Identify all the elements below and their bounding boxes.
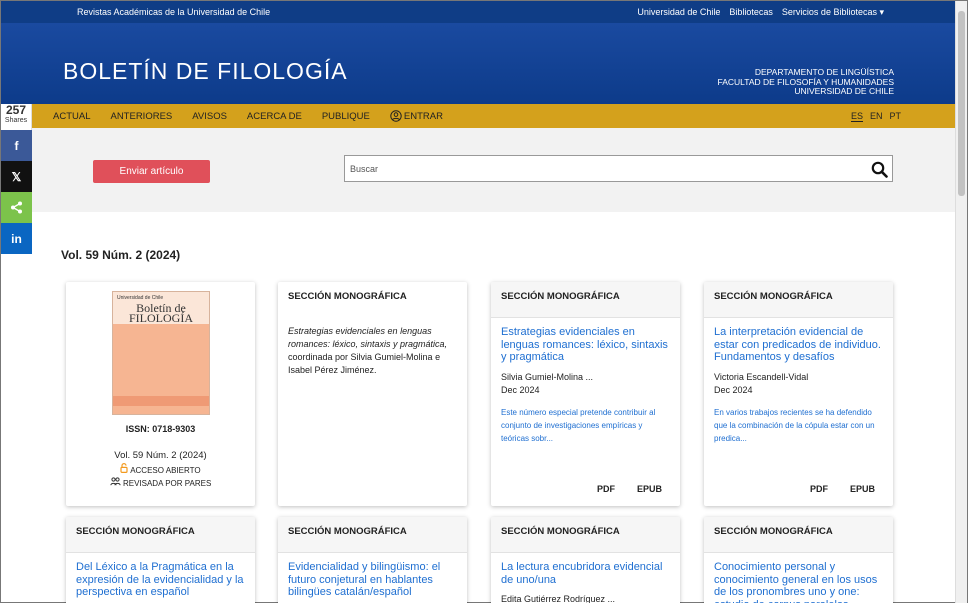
x-icon: 𝕏 [11,169,22,184]
article-card: SECCIÓN MONOGRÁFICA La interpretación ev… [704,282,893,506]
issue-cover-image[interactable]: Universidad de Chile Boletín de FILOLOGÍ… [112,291,210,415]
intro-card: SECCIÓN MONOGRÁFICA Estrategias evidenci… [278,282,467,506]
article-abstract[interactable]: En varios trabajos recientes se ha defen… [704,395,893,445]
article-title-link[interactable]: Estrategias evidenciales en lenguas roma… [491,318,680,364]
lang-en[interactable]: EN [870,111,883,122]
article-abstract[interactable]: Este número especial pretende contribuir… [491,395,680,445]
x-share-button[interactable]: 𝕏 [1,161,32,192]
share-icon [11,201,22,214]
intro-rest: coordinada por Silvia Gumiel-Molina e Is… [288,352,441,375]
intro-text: Estrategias evidenciales en lenguas roma… [278,311,467,377]
volume-heading: Vol. 59 Núm. 2 (2024) [61,248,181,262]
peer-review-badge: REVISADA POR PARES [66,477,255,488]
user-icon [390,110,402,122]
issue-card: Universidad de Chile Boletín de FILOLOGÍ… [66,282,255,506]
main-nav: ACTUAL ANTERIORES AVISOS ACERCA DE PUBLI… [1,104,956,128]
share-count-label: Shares [4,117,28,124]
pdf-link[interactable]: PDF [597,484,615,494]
language-switcher: ES EN PT [850,111,901,122]
article-card: SECCIÓN MONOGRÁFICA Evidencialidad y bil… [278,517,467,603]
action-toolbar: Enviar artículo Buscar [1,128,956,212]
cover-header: Universidad de Chile Boletín de FILOLOGÍ… [113,292,209,324]
article-card: SECCIÓN MONOGRÁFICA Estrategias evidenci… [491,282,680,506]
intro-italic: Estrategias evidenciales en lenguas roma… [288,326,448,349]
cover-strip [113,396,209,406]
login-link[interactable]: ENTRAR [390,110,443,122]
linkedin-icon: in [11,231,22,246]
share-sidebar: 257 Shares f 𝕏 in [1,104,32,254]
article-title-link[interactable]: La interpretación evidencial de estar co… [704,318,893,364]
portal-link[interactable]: Revistas Académicas de la Universidad de… [77,7,270,17]
sharethis-button[interactable] [1,192,32,223]
peer-review-label: REVISADA POR PARES [122,479,212,488]
open-access-label: ACCESO ABIERTO [130,466,201,475]
article-author: Silvia Gumiel-Molina ... [501,371,594,382]
nav-actual[interactable]: ACTUAL [53,111,90,122]
article-card: SECCIÓN MONOGRÁFICA Conocimiento persona… [704,517,893,603]
section-heading: SECCIÓN MONOGRÁFICA [491,517,680,553]
dept-line: UNIVERSIDAD DE CHILE [794,86,894,96]
facebook-icon: f [14,138,19,153]
servicios-dropdown[interactable]: Servicios de Bibliotecas ▾ [782,7,884,18]
nav-avisos[interactable]: AVISOS [192,111,227,122]
article-date: Dec 2024 [501,384,540,395]
people-icon [110,477,121,486]
send-article-button[interactable]: Enviar artículo [93,160,210,183]
article-author: Victoria Escandell-Vidal [714,371,809,382]
article-title-link[interactable]: Evidencialidad y bilingüismo: el futuro … [278,553,467,599]
section-heading: SECCIÓN MONOGRÁFICA [491,282,680,318]
article-title-link[interactable]: Conocimiento personal y conocimiento gen… [704,553,893,603]
section-heading: SECCIÓN MONOGRÁFICA [288,291,407,302]
journal-title[interactable]: BOLETÍN DE FILOLOGÍA [63,58,348,85]
epub-link[interactable]: EPUB [637,484,662,494]
department-block: DEPARTAMENTO DE LINGÜÍSTICA FACULTAD DE … [718,67,895,97]
nav-acerca-de[interactable]: ACERCA DE [247,111,302,122]
section-heading: SECCIÓN MONOGRÁFICA [278,517,467,553]
issn: ISSN: 0718-9303 [125,424,196,434]
nav-anteriores[interactable]: ANTERIORES [110,111,172,122]
linkedin-share-button[interactable]: in [1,223,32,254]
nav-publique[interactable]: PUBLIQUE [322,111,370,122]
cover-journal-title: Boletín de FILOLOGÍA [129,301,193,325]
pdf-link[interactable]: PDF [810,484,828,494]
article-title-link[interactable]: La lectura encubridora evidencial de uno… [491,553,680,586]
article-card: SECCIÓN MONOGRÁFICA Del Léxico a la Prag… [66,517,255,603]
share-count-number: 257 [5,103,27,117]
lang-es[interactable]: ES [850,111,863,122]
section-heading: SECCIÓN MONOGRÁFICA [704,517,893,553]
galley-links: PDF EPUB [810,484,875,494]
login-label: ENTRAR [403,110,443,122]
article-title-link[interactable]: Del Léxico a la Pragmática en la expresi… [66,553,255,599]
galley-links: PDF EPUB [597,484,662,494]
search-input[interactable]: Buscar [344,155,893,182]
search-placeholder: Buscar [350,163,379,174]
section-heading: SECCIÓN MONOGRÁFICA [66,517,255,553]
issue-volume: Vol. 59 Núm. 2 (2024) [114,450,207,461]
page-scrollbar[interactable] [955,1,967,603]
section-heading: SECCIÓN MONOGRÁFICA [704,282,893,318]
share-count: 257 Shares [1,104,32,130]
bibliotecas-link[interactable]: Bibliotecas [729,7,773,18]
open-lock-icon [120,463,129,474]
facebook-share-button[interactable]: f [1,130,32,161]
header-banner: BOLETÍN DE FILOLOGÍA DEPARTAMENTO DE LIN… [1,23,956,104]
top-bar: Revistas Académicas de la Universidad de… [1,1,956,23]
universidad-link[interactable]: Universidad de Chile [637,7,720,18]
open-access-badge: ACCESO ABIERTO [66,463,255,475]
scrollbar-thumb[interactable] [958,11,965,196]
article-date: Dec 2024 [714,384,753,395]
lang-pt[interactable]: PT [889,111,901,122]
epub-link[interactable]: EPUB [850,484,875,494]
search-icon[interactable] [871,161,888,178]
article-card: SECCIÓN MONOGRÁFICA La lectura encubrido… [491,517,680,603]
article-author: Edita Gutiérrez Rodríguez ... [501,594,616,603]
